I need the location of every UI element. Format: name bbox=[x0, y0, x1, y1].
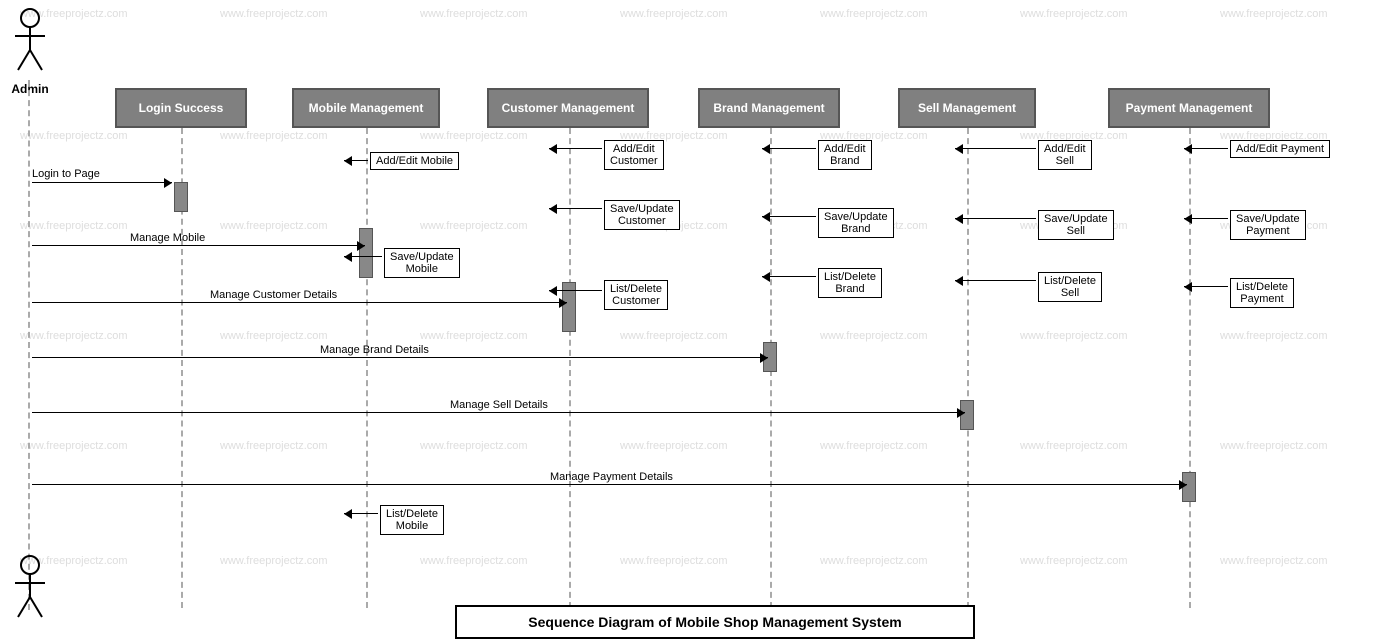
lifeline-payment: Payment Management bbox=[1108, 88, 1270, 128]
arrow-add-edit-mobile-return bbox=[344, 160, 368, 161]
wm-row3-5: www.freeprojectz.com bbox=[820, 330, 928, 342]
note-save-update-mobile: Save/UpdateMobile bbox=[384, 248, 460, 278]
wm-row4-6: www.freeprojectz.com bbox=[1020, 440, 1128, 452]
watermark-r2: www.freeprojectz.com bbox=[220, 130, 328, 142]
arrow-manage-payment bbox=[32, 484, 1187, 485]
note-list-delete-customer: List/DeleteCustomer bbox=[604, 280, 668, 310]
label-manage-mobile: Manage Mobile bbox=[130, 232, 205, 244]
wm-row4-5: www.freeprojectz.com bbox=[820, 440, 928, 452]
label-manage-payment: Manage Payment Details bbox=[550, 471, 673, 483]
watermark-r1: www.freeprojectz.com bbox=[20, 130, 128, 142]
arrow-list-delete-sell bbox=[955, 280, 1036, 281]
caption-box: Sequence Diagram of Mobile Shop Manageme… bbox=[455, 605, 975, 639]
watermark-5: www.freeprojectz.com bbox=[820, 8, 928, 20]
wm-row5-4: www.freeprojectz.com bbox=[620, 555, 728, 567]
wm-row5-7: www.freeprojectz.com bbox=[1220, 555, 1328, 567]
arrow-list-delete-brand bbox=[762, 276, 816, 277]
arrow-add-edit-sell bbox=[955, 148, 1036, 149]
watermark-3: www.freeprojectz.com bbox=[420, 8, 528, 20]
arrow-save-update-customer bbox=[549, 208, 602, 209]
arrow-list-delete-customer bbox=[549, 290, 602, 291]
arrow-manage-brand bbox=[32, 357, 768, 358]
label-manage-brand: Manage Brand Details bbox=[320, 344, 429, 356]
wm-row4-7: www.freeprojectz.com bbox=[1220, 440, 1328, 452]
note-list-delete-sell: List/DeleteSell bbox=[1038, 272, 1102, 302]
actbox-mobile-1 bbox=[359, 228, 373, 278]
lifeline-login: Login Success bbox=[115, 88, 247, 128]
watermark-r2b: www.freeprojectz.com bbox=[220, 220, 328, 232]
watermark-r3b: www.freeprojectz.com bbox=[420, 220, 528, 232]
lifeline-vline-sell bbox=[967, 128, 969, 608]
wm-row5-2: www.freeprojectz.com bbox=[220, 555, 328, 567]
wm-row3-1: www.freeprojectz.com bbox=[20, 330, 128, 342]
lifeline-vline-customer bbox=[569, 128, 571, 608]
actor-vline bbox=[28, 80, 30, 610]
watermark-r1b: www.freeprojectz.com bbox=[20, 220, 128, 232]
wm-row4-3: www.freeprojectz.com bbox=[420, 440, 528, 452]
label-login-to-page: Login to Page bbox=[32, 168, 100, 180]
note-list-delete-brand: List/DeleteBrand bbox=[818, 268, 882, 298]
wm-row3-7: www.freeprojectz.com bbox=[1220, 330, 1328, 342]
wm-row5-5: www.freeprojectz.com bbox=[820, 555, 928, 567]
note-add-edit-customer: Add/EditCustomer bbox=[604, 140, 664, 170]
wm-row5-6: www.freeprojectz.com bbox=[1020, 555, 1128, 567]
lifeline-brand: Brand Management bbox=[698, 88, 840, 128]
wm-row3-2: www.freeprojectz.com bbox=[220, 330, 328, 342]
caption-text: Sequence Diagram of Mobile Shop Manageme… bbox=[528, 614, 901, 630]
watermark-2: www.freeprojectz.com bbox=[220, 8, 328, 20]
arrow-save-update-mobile bbox=[344, 256, 382, 257]
watermark-4: www.freeprojectz.com bbox=[620, 8, 728, 20]
arrow-add-edit-payment bbox=[1184, 148, 1228, 149]
label-manage-customer: Manage Customer Details bbox=[210, 289, 337, 301]
arrow-manage-sell bbox=[32, 412, 965, 413]
lifeline-sell: Sell Management bbox=[898, 88, 1036, 128]
actbox-login bbox=[174, 182, 188, 212]
note-list-delete-mobile: List/DeleteMobile bbox=[380, 505, 444, 535]
arrow-add-edit-brand bbox=[762, 148, 816, 149]
lifeline-vline-mobile bbox=[366, 128, 368, 608]
note-save-update-sell: Save/UpdateSell bbox=[1038, 210, 1114, 240]
actor-label: Admin bbox=[11, 82, 48, 96]
wm-row3-4: www.freeprojectz.com bbox=[620, 330, 728, 342]
actor-admin-bottom bbox=[10, 555, 50, 628]
watermark-7: www.freeprojectz.com bbox=[1220, 8, 1328, 20]
wm-row4-4: www.freeprojectz.com bbox=[620, 440, 728, 452]
actor-admin: Admin bbox=[10, 8, 50, 96]
arrow-list-delete-payment bbox=[1184, 286, 1228, 287]
lifeline-vline-payment bbox=[1189, 128, 1191, 608]
note-add-edit-sell: Add/EditSell bbox=[1038, 140, 1092, 170]
label-manage-sell: Manage Sell Details bbox=[450, 399, 548, 411]
lifeline-mobile: Mobile Management bbox=[292, 88, 440, 128]
arrow-manage-mobile bbox=[32, 245, 365, 246]
sequence-diagram: www.freeprojectz.com www.freeprojectz.co… bbox=[0, 0, 1381, 644]
note-save-update-payment: Save/UpdatePayment bbox=[1230, 210, 1306, 240]
wm-row3-3: www.freeprojectz.com bbox=[420, 330, 528, 342]
arrow-list-delete-mobile bbox=[344, 513, 378, 514]
watermark-r3: www.freeprojectz.com bbox=[420, 130, 528, 142]
wm-row4-1: www.freeprojectz.com bbox=[20, 440, 128, 452]
arrow-save-update-sell bbox=[955, 218, 1036, 219]
note-add-edit-mobile: Add/Edit Mobile bbox=[370, 152, 459, 170]
note-add-edit-brand: Add/EditBrand bbox=[818, 140, 872, 170]
note-add-edit-payment: Add/Edit Payment bbox=[1230, 140, 1330, 158]
wm-row5-3: www.freeprojectz.com bbox=[420, 555, 528, 567]
lifeline-customer: Customer Management bbox=[487, 88, 649, 128]
arrow-login-to-page bbox=[32, 182, 172, 183]
arrow-save-update-brand bbox=[762, 216, 816, 217]
note-save-update-customer: Save/UpdateCustomer bbox=[604, 200, 680, 230]
arrow-add-edit-customer-return bbox=[549, 148, 602, 149]
arrow-save-update-payment bbox=[1184, 218, 1228, 219]
note-list-delete-payment: List/DeletePayment bbox=[1230, 278, 1294, 308]
arrow-manage-customer bbox=[32, 302, 567, 303]
note-save-update-brand: Save/UpdateBrand bbox=[818, 208, 894, 238]
wm-row3-6: www.freeprojectz.com bbox=[1020, 330, 1128, 342]
wm-row4-2: www.freeprojectz.com bbox=[220, 440, 328, 452]
watermark-6: www.freeprojectz.com bbox=[1020, 8, 1128, 20]
